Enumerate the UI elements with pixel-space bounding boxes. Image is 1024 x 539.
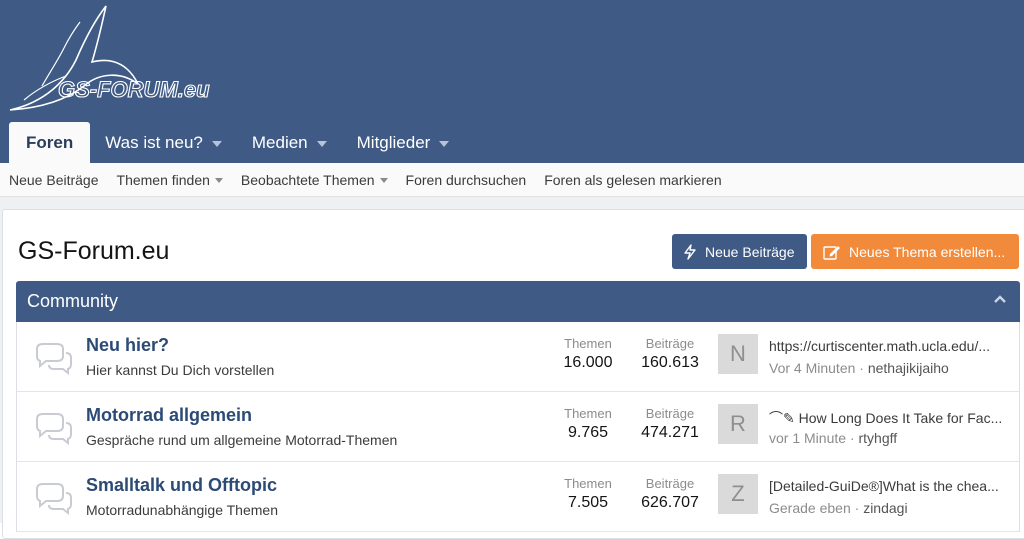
post-count: Beiträge 474.271 [635,406,705,442]
last-post-time[interactable]: vor 1 Minute [769,430,846,446]
subnav-label: Themen finden [116,171,210,188]
post-count: Beiträge 160.613 [635,336,705,372]
subnav-find-threads[interactable]: Themen finden [117,172,223,188]
avatar[interactable]: R [718,404,758,444]
thread-count: Themen 9.765 [560,406,616,442]
page-container: GS-Forum.eu Neue Beiträge Neues Thema er… [2,209,1024,539]
subnav-mark-read[interactable]: Foren als gelesen markieren [544,172,721,188]
last-post-meta: Gerade eben · zindagi [769,500,908,516]
stat-value: 474.271 [641,424,699,441]
subnav-new-posts[interactable]: Neue Beiträge [9,172,99,188]
stat-label: Themen [564,476,612,491]
stat-value: 160.613 [641,354,699,371]
last-post-title[interactable]: ⌒✎ How Long Does It Take for Fac... [769,408,1009,428]
category-title[interactable]: Community [27,291,118,312]
stat-label: Themen [564,406,612,421]
chevron-down-icon[interactable] [214,177,223,183]
last-post-meta: Vor 4 Minuten · nethajikijaiho [769,360,949,376]
chevron-down-icon[interactable] [316,140,327,147]
category-header: Community [16,281,1020,322]
tab-label: Foren [26,132,74,152]
forum-title[interactable]: Motorrad allgemein [86,405,252,426]
stat-value: 9.765 [567,424,609,441]
subnav-watched-threads[interactable]: Beobachtete Themen [241,172,388,188]
subnav-label: Foren als gelesen markieren [544,171,722,188]
thread-count: Themen 7.505 [560,476,616,512]
thread-count: Themen 16.000 [560,336,616,372]
subnav-search-forums[interactable]: Foren durchsuchen [406,172,527,188]
chat-bubbles-icon [36,483,72,515]
chevron-down-icon[interactable] [379,177,388,183]
forum-node: Smalltalk und Offtopic Motorradunabhängi… [17,462,1019,532]
last-post-meta: vor 1 Minute · rtyhgff [769,430,898,446]
stat-label: Themen [564,336,612,351]
tab-medien[interactable]: Medien [237,122,342,163]
last-post-title[interactable]: https://curtiscenter.math.ucla.edu/... [769,338,1009,354]
content-area: GS-Forum.eu Neue Beiträge Neues Thema er… [0,197,1024,539]
subnav-label: Beobachtete Themen [240,171,375,188]
chevron-down-icon[interactable] [439,140,450,147]
tab-was-ist-neu[interactable]: Was ist neu? [90,122,237,163]
tab-label: Medien [251,132,308,152]
subnav-label: Neue Beiträge [9,171,99,188]
new-thread-label: Neues Thema erstellen... [849,243,1006,260]
post-count: Beiträge 626.707 [635,476,705,512]
stat-label: Beiträge [645,336,695,351]
tab-mitglieder[interactable]: Mitglieder [342,122,465,163]
logo-text: GS-FORUM.eu [58,77,210,102]
bolt-icon [684,243,696,260]
avatar[interactable]: Z [718,474,758,514]
chat-bubbles-icon [36,413,72,445]
site-header: GS-FORUM.eu Foren Was ist neu? Medien Mi… [0,0,1024,163]
stat-label: Beiträge [645,476,695,491]
forum-description: Hier kannst Du Dich vorstellen [86,362,275,378]
tab-label: Was ist neu? [105,132,203,152]
last-post-time[interactable]: Vor 4 Minuten [769,360,855,376]
stat-value: 16.000 [563,354,613,371]
stat-label: Beiträge [645,406,695,421]
forum-node-list: Neu hier? Hier kannst Du Dich vorstellen… [16,322,1020,532]
avatar[interactable]: N [718,334,758,374]
forum-title[interactable]: Neu hier? [86,335,169,356]
new-posts-label: Neue Beiträge [705,243,795,260]
forum-description: Motorradunabhängige Themen [86,502,278,518]
chevron-up-icon[interactable] [994,295,1006,303]
last-post-user[interactable]: nethajikijaiho [868,360,949,376]
new-posts-button[interactable]: Neue Beiträge [672,234,807,269]
forum-description: Gespräche rund um allgemeine Motorrad-Th… [86,432,398,448]
tab-foren[interactable]: Foren [9,122,91,163]
last-post-title[interactable]: [Detailed-GuiDe®]What is the chea... [769,478,1009,494]
pencil-square-icon [823,245,840,260]
stat-value: 626.707 [641,494,699,511]
last-post-user[interactable]: rtyhgff [859,430,898,446]
site-logo[interactable]: GS-FORUM.eu [6,2,246,114]
new-thread-button[interactable]: Neues Thema erstellen... [811,234,1019,269]
last-post-user[interactable]: zindagi [863,500,907,516]
forum-node: Motorrad allgemein Gespräche rund um all… [17,392,1019,462]
forum-title[interactable]: Smalltalk und Offtopic [86,475,277,496]
page-title: GS-Forum.eu [18,237,170,265]
last-post-time[interactable]: Gerade eben [769,500,851,516]
forum-node: Neu hier? Hier kannst Du Dich vorstellen… [17,322,1019,392]
tab-label: Mitglieder [356,132,431,152]
chat-bubbles-icon [36,343,72,375]
sub-nav: Neue Beiträge Themen finden Beobachtete … [0,163,1024,197]
main-nav: Foren Was ist neu? Medien Mitglieder [9,122,464,163]
stat-value: 7.505 [567,494,609,511]
chevron-down-icon[interactable] [211,140,222,147]
subnav-label: Foren durchsuchen [405,171,527,188]
